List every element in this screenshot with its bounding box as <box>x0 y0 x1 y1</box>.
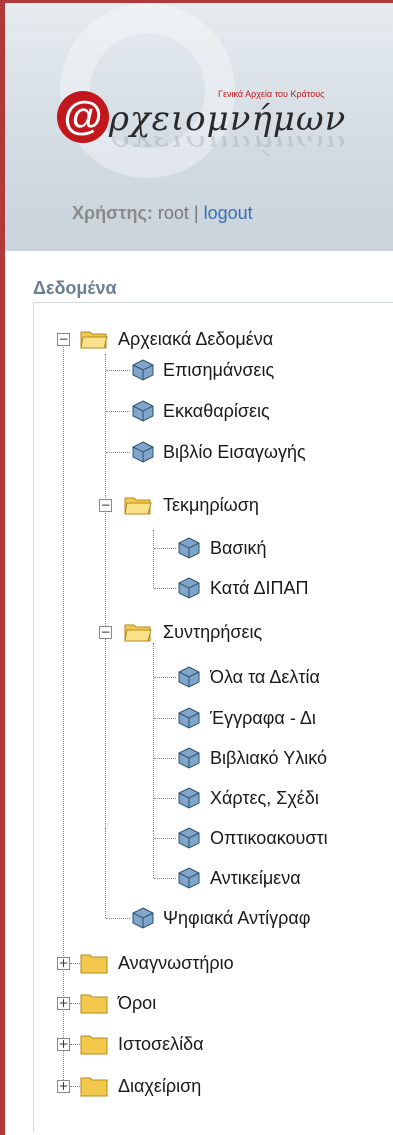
section-title: Δεδομένα <box>33 278 117 298</box>
logo-subtitle: Γενικά Αρχεία του Κράτους <box>218 89 325 99</box>
tree-item-kata-dipap[interactable]: Κατά ΔΙΠΑΠ <box>210 578 309 599</box>
tree-branch <box>106 411 130 412</box>
tree-branch <box>106 918 130 919</box>
tree-item-chartes[interactable]: Χάρτες, Σχέδι <box>210 788 388 809</box>
tree-item-vasiki[interactable]: Βασική <box>210 538 267 559</box>
tree-branch <box>154 838 176 839</box>
folder-icon <box>80 954 108 974</box>
tree-branch <box>70 1044 80 1045</box>
cube-icon <box>178 577 200 599</box>
tree-line-archival-end <box>105 828 106 918</box>
cube-icon <box>178 537 200 559</box>
user-name: root <box>157 203 189 223</box>
folder-icon <box>80 994 108 1014</box>
tree-branch <box>154 548 176 549</box>
tree-item-eggrafa[interactable]: Έγγραφα - Δι <box>210 708 388 729</box>
tree-branch <box>106 452 130 453</box>
folder-icon <box>80 1077 108 1097</box>
expand-toggle[interactable]: + <box>57 957 70 970</box>
logo-at-icon: @ <box>57 91 109 143</box>
tree-item-oroi[interactable]: Όροι <box>118 993 156 1014</box>
cube-icon <box>178 867 200 889</box>
tree-item-ola-deltia[interactable]: Όλα τα Δελτία <box>210 667 388 688</box>
collapse-toggle[interactable]: − <box>99 626 112 639</box>
tree-branch <box>154 718 176 719</box>
cube-icon <box>178 707 200 729</box>
tree-line-root <box>63 340 64 1088</box>
tree-item-syntiriseis[interactable]: Συντηρήσεις <box>163 622 262 643</box>
tree-branch <box>70 1086 80 1087</box>
tree-line-archival <box>105 354 106 828</box>
tree-item-antikeimena[interactable]: Αντικείμενα <box>210 868 301 889</box>
expand-toggle[interactable]: + <box>57 997 70 1010</box>
tree-item-diacheirisi[interactable]: Διαχείριση <box>118 1076 201 1097</box>
tree-branch <box>154 758 176 759</box>
cube-icon <box>178 827 200 849</box>
tree-branch <box>154 878 176 879</box>
expand-toggle[interactable]: + <box>57 1038 70 1051</box>
folder-icon <box>80 1035 108 1055</box>
tree-line-tekmiriosi <box>153 530 154 588</box>
tree-item-archival[interactable]: Αρχειακά Δεδομένα <box>118 329 273 350</box>
tree-branch <box>154 677 176 678</box>
tree-line-syntiriseis-end <box>153 831 154 878</box>
tree-item-vivlio[interactable]: Βιβλίο Εισαγωγής <box>163 442 388 463</box>
cube-icon <box>178 747 200 769</box>
tree-branch <box>70 963 80 964</box>
header-banner: @ Γενικά Αρχεία του Κράτους ρχειομνήμων … <box>5 3 393 251</box>
user-separator: | <box>193 203 199 223</box>
tree-item-vivliako[interactable]: Βιβλιακό Υλικό <box>210 748 388 769</box>
cube-icon <box>132 907 154 929</box>
tree-item-optikoakoustiko[interactable]: Οπτικοακουστι <box>210 828 388 849</box>
logo-reflection: ρχειομνήμων <box>109 136 347 160</box>
folder-open-icon <box>80 331 108 349</box>
cube-icon <box>132 400 154 422</box>
tree-line-syntiriseis <box>153 643 154 831</box>
user-line: Χρήστης: root | logout <box>72 203 253 224</box>
cube-icon <box>132 441 154 463</box>
tree-branch <box>70 1003 80 1004</box>
folder-open-icon <box>124 497 152 515</box>
collapse-toggle[interactable]: − <box>99 499 112 512</box>
folder-open-icon <box>124 624 152 642</box>
logout-link[interactable]: logout <box>204 203 253 223</box>
tree-item-tekmiriosi[interactable]: Τεκμηρίωση <box>163 495 259 516</box>
collapse-toggle[interactable]: − <box>57 333 70 346</box>
logo-title: ρχειομνήμων <box>109 99 347 139</box>
tree-item-anagnostirio[interactable]: Αναγνωστήριο <box>118 953 234 974</box>
tree-item-psifiaka[interactable]: Ψηφιακά Αντίγραφ <box>163 908 388 929</box>
expand-toggle[interactable]: + <box>57 1080 70 1093</box>
cube-icon <box>132 359 154 381</box>
tree-branch <box>106 370 130 371</box>
user-label: Χρήστης: <box>72 203 153 223</box>
tree-branch <box>154 798 176 799</box>
tree-item-episimanseis[interactable]: Επισημάνσεις <box>163 360 274 381</box>
tree-item-ekkatharises[interactable]: Εκκαθαρίσεις <box>163 401 270 422</box>
cube-icon <box>178 666 200 688</box>
tree-branch <box>154 588 176 589</box>
cube-icon <box>178 787 200 809</box>
tree-item-istoselida[interactable]: Ιστοσελίδα <box>118 1034 204 1055</box>
